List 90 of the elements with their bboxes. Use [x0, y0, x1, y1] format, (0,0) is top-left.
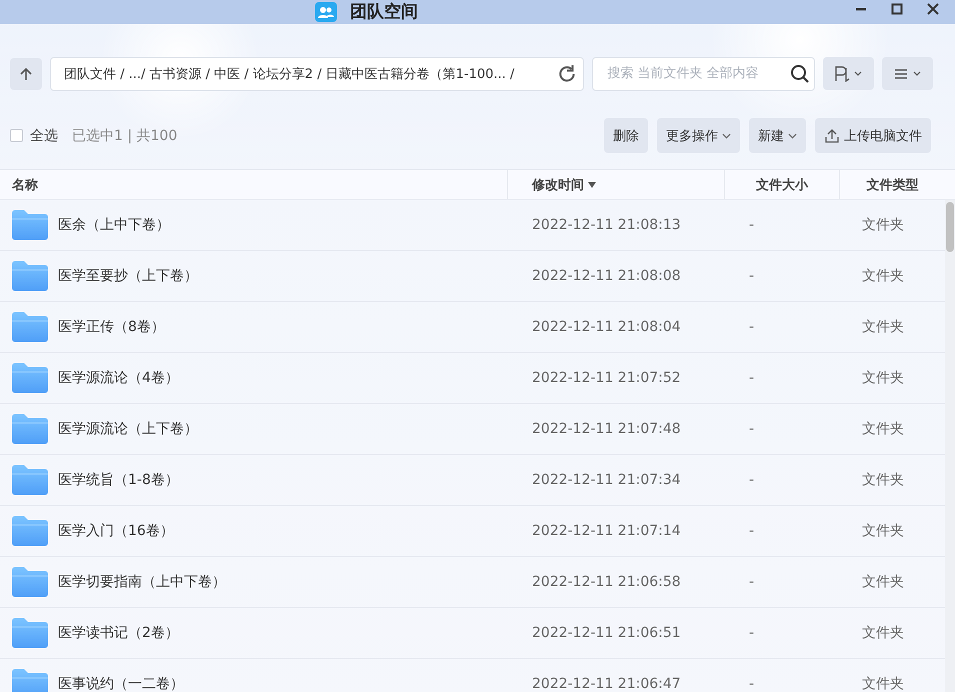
folder-icon	[12, 669, 48, 692]
action-button[interactable]: 新建	[749, 118, 806, 153]
search-input[interactable]: 搜索 当前文件夹 全部内容	[593, 58, 790, 88]
modified-time: 2022-12-11 21:06:47	[531, 676, 682, 692]
file-name: 医学至要抄（上下卷）	[58, 267, 198, 285]
column-header[interactable]: 文件类型	[840, 170, 945, 199]
folder-icon	[12, 363, 48, 393]
file-type: 文件夹	[861, 420, 905, 438]
modified-time: 2022-12-11 21:07:14	[531, 523, 682, 539]
column-header[interactable]: 名称	[0, 170, 508, 199]
file-name: 医学入门（16卷）	[58, 522, 174, 540]
select-all-label[interactable]: 全选	[30, 126, 58, 144]
view-menu-button[interactable]	[882, 57, 933, 90]
file-size: -	[748, 319, 756, 335]
file-name: 医学读书记（2卷）	[58, 624, 179, 642]
filter-button[interactable]	[823, 57, 874, 90]
file-size: -	[748, 625, 756, 641]
file-row[interactable]: 医余（上中下卷） 2022-12-11 21:08:13 - 文件夹	[0, 200, 945, 251]
file-type: 文件夹	[861, 267, 905, 285]
file-type: 文件夹	[861, 216, 905, 234]
action-button[interactable]: 删除	[604, 118, 648, 153]
sort-arrow-icon	[588, 182, 596, 188]
folder-icon	[12, 567, 48, 597]
file-name: 医学源流论（上下卷）	[58, 420, 198, 438]
file-type: 文件夹	[861, 573, 905, 591]
file-row[interactable]: 医事说约（一二卷） 2022-12-11 21:06:47 - 文件夹	[0, 659, 945, 692]
file-type: 文件夹	[861, 471, 905, 489]
file-row[interactable]: 医学统旨（1-8卷） 2022-12-11 21:07:34 - 文件夹	[0, 455, 945, 506]
action-button[interactable]: 上传电脑文件	[815, 118, 931, 153]
file-name: 医学源流论（4卷）	[58, 369, 179, 387]
maximize-icon	[891, 3, 903, 15]
chevron-icon	[788, 132, 797, 138]
up-arrow-icon	[18, 66, 33, 80]
filter-dropdown-icon	[834, 66, 864, 82]
search-field[interactable]: 搜索 当前文件夹 全部内容	[592, 56, 816, 90]
file-size: -	[748, 472, 756, 488]
folder-icon	[12, 414, 48, 444]
select-all-checkbox[interactable]	[10, 129, 23, 142]
selection-summary: 已选中1 | 共100	[72, 126, 178, 144]
window-title: 团队空间	[350, 1, 418, 23]
file-row[interactable]: 医学至要抄（上下卷） 2022-12-11 21:08:08 - 文件夹	[0, 251, 945, 302]
people-icon	[314, 2, 338, 22]
column-header[interactable]: 修改时间	[508, 170, 725, 199]
chevron-icon	[722, 132, 731, 138]
folder-icon	[12, 618, 48, 648]
file-type: 文件夹	[861, 624, 905, 642]
action-button[interactable]: 更多操作	[657, 118, 740, 153]
file-size: -	[748, 574, 756, 590]
file-name: 医余（上中下卷）	[58, 216, 170, 234]
file-name: 医事说约（一二卷）	[58, 675, 184, 692]
modified-time: 2022-12-11 21:06:51	[531, 625, 682, 641]
scrollbar-thumb[interactable]	[946, 202, 954, 252]
modified-time: 2022-12-11 21:08:04	[531, 319, 682, 335]
modified-time: 2022-12-11 21:07:52	[531, 370, 682, 386]
refresh-icon[interactable]	[557, 64, 578, 84]
file-name: 医学正传（8卷）	[58, 318, 165, 336]
modified-time: 2022-12-11 21:07:34	[531, 472, 682, 488]
file-row[interactable]: 医学入门（16卷） 2022-12-11 21:07:14 - 文件夹	[0, 506, 945, 557]
search-icon[interactable]	[790, 64, 810, 84]
path-field[interactable]: 团队文件 / .../ 古书资源 / 中医 / 论坛分享2 / 日藏中医古籍分卷（第1-100... /	[50, 56, 584, 90]
file-row[interactable]: 医学切要指南（上中下卷） 2022-12-11 21:06:58 - 文件夹	[0, 557, 945, 608]
file-size: -	[748, 217, 756, 233]
modified-time: 2022-12-11 21:08:08	[531, 268, 682, 284]
file-row[interactable]: 医学源流论（上下卷） 2022-12-11 21:07:48 - 文件夹	[0, 404, 945, 455]
file-name: 医学切要指南（上中下卷）	[58, 573, 226, 591]
file-row[interactable]: 医学读书记（2卷） 2022-12-11 21:06:51 - 文件夹	[0, 608, 945, 659]
up-button[interactable]	[10, 58, 42, 90]
folder-icon	[12, 312, 48, 342]
folder-icon	[12, 261, 48, 291]
modified-time: 2022-12-11 21:06:58	[531, 574, 682, 590]
file-size: -	[748, 676, 756, 692]
column-header[interactable]: 文件大小	[725, 170, 840, 199]
folder-icon	[12, 465, 48, 495]
file-type: 文件夹	[861, 318, 905, 336]
file-type: 文件夹	[861, 675, 905, 692]
folder-icon	[12, 210, 48, 240]
close-icon	[927, 3, 939, 15]
file-name: 医学统旨（1-8卷）	[58, 471, 179, 489]
file-size: -	[748, 523, 756, 539]
file-size: -	[748, 268, 756, 284]
file-row[interactable]: 医学源流论（4卷） 2022-12-11 21:07:52 - 文件夹	[0, 353, 945, 404]
file-type: 文件夹	[861, 369, 905, 387]
file-size: -	[748, 421, 756, 437]
file-size: -	[748, 370, 756, 386]
file-type: 文件夹	[861, 522, 905, 540]
upload-icon	[824, 128, 840, 144]
modified-time: 2022-12-11 21:08:13	[531, 217, 682, 233]
folder-icon	[12, 516, 48, 546]
file-row[interactable]: 医学正传（8卷） 2022-12-11 21:08:04 - 文件夹	[0, 302, 945, 353]
modified-time: 2022-12-11 21:07:48	[531, 421, 682, 437]
